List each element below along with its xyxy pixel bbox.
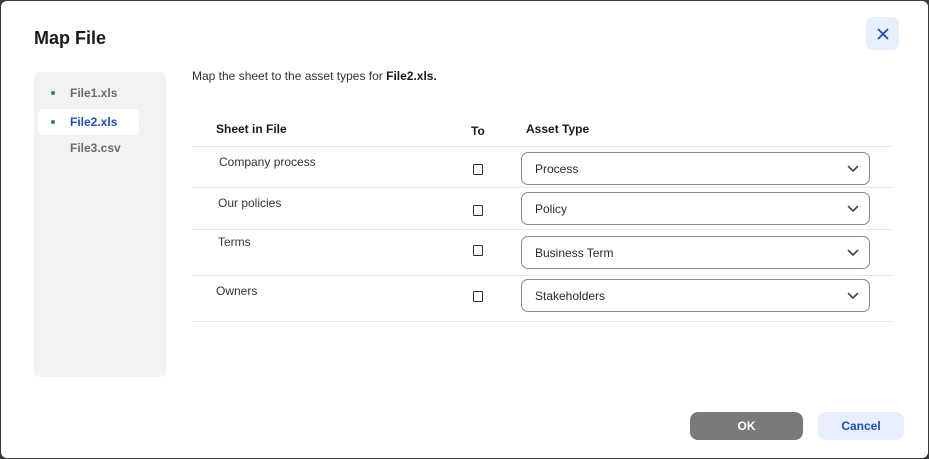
sheet-name: Our policies	[218, 196, 282, 210]
instruction-file: File2.xls.	[386, 69, 437, 83]
instruction-text: Map the sheet to the asset types for Fil…	[192, 69, 437, 83]
map-checkbox[interactable]	[473, 291, 483, 302]
file-item-file2[interactable]: File2.xls	[38, 109, 139, 135]
instruction-prefix: Map the sheet to the asset types for	[192, 69, 387, 83]
sheet-name: Terms	[218, 235, 251, 249]
sheet-name: Company process	[219, 155, 316, 169]
chevron-down-icon	[847, 205, 859, 212]
row-divider	[192, 229, 892, 230]
row-divider	[192, 187, 892, 188]
status-dot	[51, 120, 55, 124]
ok-button[interactable]: OK	[690, 412, 803, 440]
dialog-title: Map File	[34, 28, 107, 48]
asset-type-select[interactable]: Policy	[521, 192, 870, 225]
header-asset-type: Asset Type	[526, 122, 590, 136]
cancel-button[interactable]: Cancel	[818, 412, 904, 440]
chevron-down-icon	[847, 165, 859, 172]
chevron-down-icon	[847, 292, 859, 299]
file-list-panel: File1.xls File2.xls File3.csv	[34, 72, 166, 377]
file-item-file3[interactable]: File3.csv	[38, 135, 139, 161]
header-to: To	[471, 124, 485, 138]
asset-type-select[interactable]: Stakeholders	[521, 279, 870, 312]
close-icon	[877, 28, 888, 39]
file-name: File3.csv	[70, 141, 121, 155]
row-divider	[192, 275, 892, 276]
asset-type-value: Process	[535, 162, 579, 176]
header-sheet-in-file: Sheet in File	[216, 122, 287, 136]
asset-type-value: Policy	[535, 202, 568, 216]
close-button[interactable]	[866, 17, 899, 50]
map-checkbox[interactable]	[473, 164, 483, 175]
asset-type-select[interactable]: Business Term	[521, 236, 870, 269]
status-dot	[51, 91, 55, 95]
file-name: File2.xls	[70, 115, 118, 129]
file-item-file1[interactable]: File1.xls	[38, 80, 139, 106]
row-divider	[192, 321, 892, 322]
file-name: File1.xls	[70, 86, 118, 100]
map-checkbox[interactable]	[473, 245, 483, 256]
asset-type-value: Stakeholders	[535, 289, 606, 303]
chevron-down-icon	[847, 249, 859, 256]
asset-type-value: Business Term	[535, 246, 614, 260]
sheet-name: Owners	[216, 284, 258, 298]
map-file-dialog: Map File File1.xls File2.xls File3.csv M…	[1, 1, 928, 458]
asset-type-select[interactable]: Process	[521, 152, 870, 185]
row-divider	[192, 146, 892, 147]
map-checkbox[interactable]	[473, 205, 483, 216]
